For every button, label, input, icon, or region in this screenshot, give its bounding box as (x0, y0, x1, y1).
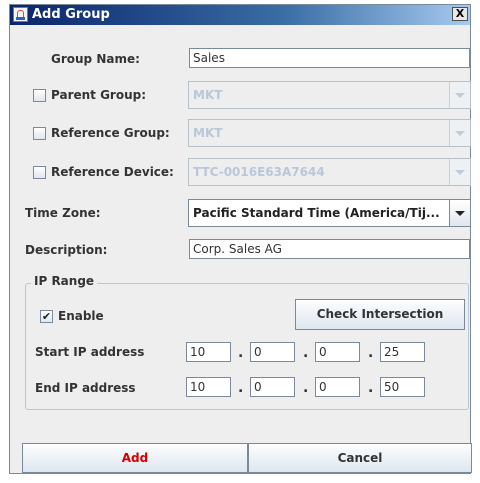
time-zone-combo[interactable]: Pacific Standard Time (America/Tij... (188, 199, 471, 227)
enable-label: Enable (58, 309, 104, 323)
end-ip-octet-1[interactable]: 10 (186, 377, 231, 397)
chevron-down-icon[interactable] (449, 159, 470, 185)
start-ip-octet-1[interactable]: 10 (186, 342, 231, 362)
start-ip-dot-1: . (238, 345, 244, 361)
time-zone-value: Pacific Standard Time (America/Tij... (193, 206, 440, 220)
reference-device-value: TTC-0016E63A7644 (193, 165, 325, 179)
reference-group-label: Reference Group: (51, 126, 170, 140)
reference-device-combo[interactable]: TTC-0016E63A7644 (188, 158, 471, 186)
start-ip-dot-2: . (303, 345, 309, 361)
enable-checkbox[interactable]: ✔ (40, 310, 53, 323)
end-ip-label: End IP address (35, 381, 136, 395)
java-cup-icon (13, 7, 28, 22)
ip-range-title: IP Range (31, 274, 98, 288)
end-ip-dot-2: . (303, 380, 309, 396)
window-title: Add Group (32, 7, 110, 22)
end-ip-octet-3[interactable]: 0 (315, 377, 360, 397)
reference-group-checkbox[interactable] (33, 127, 46, 140)
chevron-down-icon[interactable] (449, 82, 470, 108)
cancel-button[interactable]: Cancel (248, 443, 472, 473)
check-intersection-button[interactable]: Check Intersection (295, 299, 465, 330)
parent-group-combo[interactable]: MKT (188, 81, 471, 109)
group-name-field[interactable]: Sales (189, 48, 470, 68)
description-label: Description: (25, 243, 108, 257)
chevron-down-icon[interactable] (449, 120, 470, 146)
description-field[interactable]: Corp. Sales AG (189, 239, 470, 259)
end-ip-octet-4[interactable]: 50 (380, 377, 425, 397)
start-ip-octet-4[interactable]: 25 (380, 342, 425, 362)
parent-group-checkbox[interactable] (33, 89, 46, 102)
reference-device-checkbox[interactable] (33, 166, 46, 179)
start-ip-octet-2[interactable]: 0 (250, 342, 295, 362)
end-ip-octet-2[interactable]: 0 (250, 377, 295, 397)
reference-group-value: MKT (193, 126, 223, 140)
parent-group-label: Parent Group: (51, 88, 147, 102)
start-ip-dot-3: . (368, 345, 374, 361)
chevron-down-icon[interactable] (449, 200, 470, 226)
close-button[interactable]: X (452, 7, 468, 21)
reference-device-label: Reference Device: (51, 165, 174, 179)
parent-group-value: MKT (193, 88, 223, 102)
start-ip-octet-3[interactable]: 0 (315, 342, 360, 362)
end-ip-dot-1: . (238, 380, 244, 396)
start-ip-label: Start IP address (35, 345, 145, 359)
group-name-label: Group Name: (51, 52, 140, 66)
time-zone-label: Time Zone: (25, 206, 101, 220)
add-button[interactable]: Add (22, 443, 248, 473)
title-bar: Add Group X (10, 5, 470, 25)
end-ip-dot-3: . (368, 380, 374, 396)
reference-group-combo[interactable]: MKT (188, 119, 471, 147)
